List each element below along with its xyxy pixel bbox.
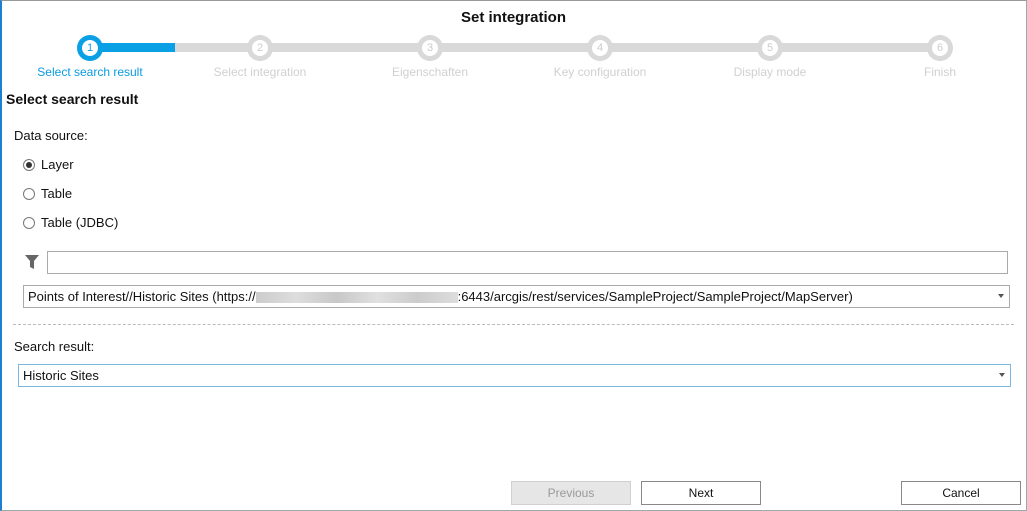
divider <box>13 324 1014 325</box>
filter-input[interactable] <box>47 251 1008 274</box>
previous-button[interactable]: Previous <box>511 481 631 505</box>
step-2: 2 <box>247 35 273 61</box>
chevron-down-icon <box>999 373 1005 377</box>
step-label-1: Select search result <box>37 65 143 79</box>
service-dropdown[interactable]: Points of Interest//Historic Sites (http… <box>23 285 1010 308</box>
step-4: 4 <box>587 35 613 61</box>
step-3: 3 <box>417 35 443 61</box>
section-title: Select search result <box>6 91 139 107</box>
next-button[interactable]: Next <box>641 481 761 505</box>
stepper-track <box>90 43 940 52</box>
filter-icon <box>25 255 39 269</box>
step-5: 5 <box>757 35 783 61</box>
step-1: 1 <box>77 35 103 61</box>
dialog-title: Set integration <box>460 9 566 26</box>
step-label-5: Display mode <box>733 65 807 79</box>
search-result-label: Search result: <box>14 339 95 354</box>
search-result-dropdown[interactable]: Historic Sites <box>18 364 1011 387</box>
radio-circle[interactable] <box>23 187 35 200</box>
radio-layer[interactable]: Layer <box>23 157 74 172</box>
chevron-down-icon <box>998 294 1004 298</box>
step-label-3: Eigenschaften <box>391 65 469 79</box>
radio-table[interactable]: Table <box>23 186 72 201</box>
cancel-button[interactable]: Cancel <box>901 481 1021 505</box>
step-6: 6 <box>927 35 953 61</box>
radio-circle[interactable] <box>23 216 35 229</box>
radio-circle[interactable] <box>23 158 35 171</box>
redacted-host <box>255 292 458 304</box>
data-source-label: Data source: <box>14 128 88 143</box>
step-label-2: Select integration <box>213 65 307 79</box>
step-label-4: Key configuration <box>553 65 647 79</box>
radio-table-jdbc[interactable]: Table (JDBC) <box>23 215 118 230</box>
step-label-6: Finish <box>923 65 956 79</box>
